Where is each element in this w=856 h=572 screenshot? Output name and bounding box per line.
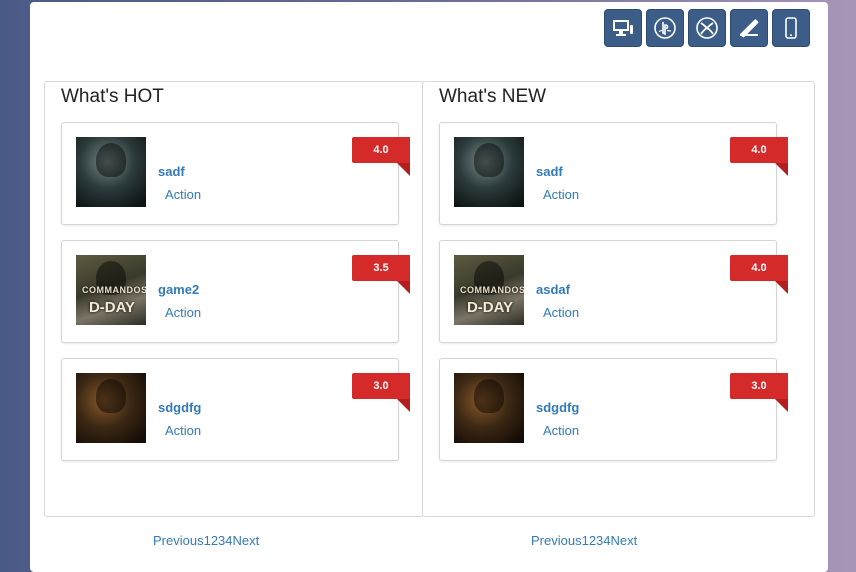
mobile-platform-button[interactable] <box>772 9 810 47</box>
game-title-link[interactable]: sdgdfg <box>536 400 579 415</box>
thumbnail-figure <box>96 143 126 177</box>
game-genre-link[interactable]: Action <box>165 187 201 202</box>
game-genre-link[interactable]: Action <box>543 305 579 320</box>
panel-title-new: What's NEW <box>439 86 547 107</box>
thumbnail-caption: COMMANDOS <box>460 285 524 295</box>
rating-ribbon-fold <box>775 281 788 294</box>
thumbnail-figure <box>96 379 126 413</box>
game-title-link[interactable]: sadf <box>158 164 185 179</box>
game-title-link[interactable]: sdgdfg <box>158 400 201 415</box>
pagination-new: Previous1234Next <box>531 533 637 548</box>
game-thumbnail[interactable]: COMMANDOS D-DAY <box>454 255 524 325</box>
xbox-icon <box>696 17 718 39</box>
thumbnail-figure <box>474 143 504 177</box>
pagination-hot: Previous1234Next <box>153 533 259 548</box>
rating-badge: 3.0 <box>352 373 410 399</box>
rating-ribbon-fold <box>397 281 410 294</box>
rating-ribbon-fold <box>397 163 410 176</box>
wii-icon <box>740 19 759 38</box>
playstation-icon <box>654 17 676 39</box>
game-thumbnail[interactable] <box>454 137 524 207</box>
content-card: What's HOT sadf Action 4.0 COMMANDOS D-D… <box>30 2 828 572</box>
pagination-next-link[interactable]: Next <box>233 533 260 548</box>
whats-new-panel: What's NEW sadf Action 4.0 COMMANDOS D-D… <box>422 81 815 517</box>
pagination-page-link[interactable]: 4 <box>225 533 232 548</box>
rating-badge: 4.0 <box>730 137 788 163</box>
mobile-icon <box>785 17 797 39</box>
pagination-previous-link[interactable]: Previous <box>531 533 582 548</box>
wii-platform-button[interactable] <box>730 9 768 47</box>
pagination-page-link[interactable]: 1 <box>582 533 589 548</box>
game-title-link[interactable]: sadf <box>536 164 563 179</box>
game-genre-link[interactable]: Action <box>165 305 201 320</box>
thumbnail-caption-large: D-DAY <box>466 299 514 316</box>
game-genre-link[interactable]: Action <box>543 187 579 202</box>
pagination-previous-link[interactable]: Previous <box>153 533 204 548</box>
thumbnail-caption-large: D-DAY <box>88 299 136 316</box>
game-card[interactable]: sadf Action 4.0 <box>439 122 788 225</box>
pagination-next-link[interactable]: Next <box>611 533 638 548</box>
rating-badge: 4.0 <box>730 255 788 281</box>
pagination-page-link[interactable]: 2 <box>211 533 218 548</box>
whats-hot-panel: What's HOT sadf Action 4.0 COMMANDOS D-D… <box>44 81 424 517</box>
rating-badge: 3.0 <box>730 373 788 399</box>
panel-title-hot: What's HOT <box>61 86 164 107</box>
game-genre-link[interactable]: Action <box>165 423 201 438</box>
rating-ribbon-fold <box>775 163 788 176</box>
game-card[interactable]: sdgdfg Action 3.0 <box>61 358 410 461</box>
rating-badge: 4.0 <box>352 137 410 163</box>
playstation-platform-button[interactable] <box>646 9 684 47</box>
rating-badge: 3.5 <box>352 255 410 281</box>
game-genre-link[interactable]: Action <box>543 423 579 438</box>
game-thumbnail[interactable] <box>76 373 146 443</box>
game-card[interactable]: sadf Action 4.0 <box>61 122 410 225</box>
game-card[interactable]: COMMANDOS D-DAY game2 Action 3.5 <box>61 240 410 343</box>
rating-ribbon-fold <box>775 399 788 412</box>
thumbnail-figure <box>474 379 504 413</box>
pagination-page-link[interactable]: 4 <box>603 533 610 548</box>
game-card[interactable]: COMMANDOS D-DAY asdaf Action 4.0 <box>439 240 788 343</box>
pagination-page-link[interactable]: 2 <box>589 533 596 548</box>
game-title-link[interactable]: game2 <box>158 282 199 297</box>
game-thumbnail[interactable] <box>76 137 146 207</box>
xbox-platform-button[interactable] <box>688 9 726 47</box>
game-title-link[interactable]: asdaf <box>536 282 570 297</box>
game-thumbnail[interactable]: COMMANDOS D-DAY <box>76 255 146 325</box>
game-thumbnail[interactable] <box>454 373 524 443</box>
rating-ribbon-fold <box>397 399 410 412</box>
platform-filter-bar <box>604 9 810 47</box>
thumbnail-caption: COMMANDOS <box>82 285 146 295</box>
pc-platform-button[interactable] <box>604 9 642 47</box>
pc-icon <box>613 20 633 36</box>
game-card[interactable]: sdgdfg Action 3.0 <box>439 358 788 461</box>
pagination-page-link[interactable]: 1 <box>204 533 211 548</box>
